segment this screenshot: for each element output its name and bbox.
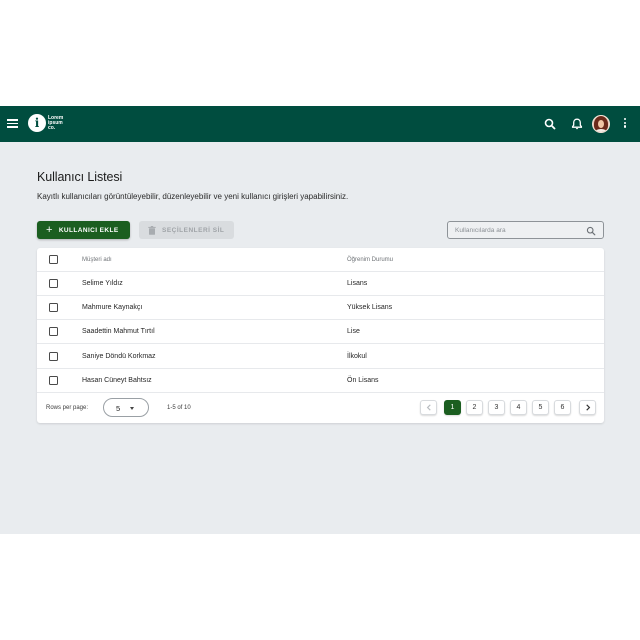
page-title: Kullanıcı Listesi	[37, 170, 123, 184]
page-button-1[interactable]: 1	[444, 400, 461, 415]
table-row[interactable]: Selime Yıldız Lisans	[37, 272, 604, 296]
customer-name-cell: Selime Yıldız	[82, 280, 123, 287]
row-checkbox[interactable]	[49, 352, 58, 361]
add-user-label: KULLANICI EKLE	[58, 226, 119, 234]
table-header-row: Müşteri adı Öğrenim Durumu	[37, 248, 604, 272]
search-field[interactable]	[447, 221, 604, 239]
education-cell: Lise	[347, 328, 360, 335]
education-cell: İlkokul	[347, 353, 367, 360]
app-bar: i Lorem ipsum co.	[0, 106, 640, 142]
education-cell: Ön Lisans	[347, 377, 379, 384]
row-checkbox[interactable]	[49, 327, 58, 336]
row-checkbox[interactable]	[49, 376, 58, 385]
app-viewport: i Lorem ipsum co. Kullanıcı Listesi Kayı…	[0, 106, 640, 534]
column-header-name[interactable]: Müşteri adı	[82, 257, 112, 263]
chevron-right-icon	[585, 404, 590, 411]
more-vert-icon[interactable]	[622, 118, 628, 132]
delete-selected-button[interactable]: SEÇİLENLERİ SİL	[139, 221, 234, 239]
row-checkbox[interactable]	[49, 303, 58, 312]
table-row[interactable]: Hasan Cüneyt Bahtsız Ön Lisans	[37, 369, 604, 393]
user-table: Müşteri adı Öğrenim Durumu Selime Yıldız…	[37, 248, 604, 423]
logo[interactable]: i Lorem ipsum co.	[28, 114, 70, 132]
next-page-button[interactable]	[579, 400, 596, 415]
row-checkbox[interactable]	[49, 279, 58, 288]
customer-name-cell: Saniye Döndü Korkmaz	[82, 353, 156, 360]
trash-icon	[148, 225, 156, 235]
search-input[interactable]	[455, 225, 575, 236]
customer-name-cell: Hasan Cüneyt Bahtsız	[82, 377, 152, 384]
page-button-3[interactable]: 3	[488, 400, 505, 415]
select-all-checkbox[interactable]	[49, 255, 58, 264]
menu-icon[interactable]	[7, 117, 21, 131]
search-icon[interactable]	[586, 226, 596, 236]
logo-text: Lorem ipsum co.	[48, 114, 64, 131]
rows-per-page-value: 5	[116, 404, 121, 413]
page-subtitle: Kayıtlı kullanıcıları görüntüleyebilir, …	[37, 192, 349, 201]
customer-name-cell: Saadettin Mahmut Tırtıl	[82, 328, 155, 335]
page-range-text: 1-5 of 10	[167, 405, 191, 411]
bell-icon[interactable]	[569, 116, 585, 132]
column-header-education[interactable]: Öğrenim Durumu	[347, 257, 393, 263]
page-button-2[interactable]: 2	[466, 400, 483, 415]
rows-per-page-label: Rows per page:	[46, 405, 89, 411]
table-row[interactable]: Saniye Döndü Korkmaz İlkokul	[37, 345, 604, 369]
delete-selected-label: SEÇİLENLERİ SİL	[162, 226, 225, 234]
table-row[interactable]: Saadettin Mahmut Tırtıl Lise	[37, 320, 604, 344]
table-row[interactable]: Mahmure Kaynakçı Yüksek Lisans	[37, 296, 604, 320]
add-user-button[interactable]: + KULLANICI EKLE	[37, 221, 130, 239]
plus-icon: +	[46, 224, 53, 236]
page-button-5[interactable]: 5	[532, 400, 549, 415]
caret-down-icon	[130, 407, 134, 410]
table-pagination: Rows per page: 5 1-5 of 10 1 2 3 4 5 6	[37, 394, 604, 423]
education-cell: Lisans	[347, 280, 368, 287]
education-cell: Yüksek Lisans	[347, 304, 393, 311]
page-button-4[interactable]: 4	[510, 400, 527, 415]
chevron-left-icon	[426, 404, 431, 411]
avatar[interactable]	[592, 115, 610, 133]
customer-name-cell: Mahmure Kaynakçı	[82, 304, 143, 311]
prev-page-button[interactable]	[420, 400, 437, 415]
page-button-6[interactable]: 6	[554, 400, 571, 415]
rows-per-page-select[interactable]: 5	[103, 398, 149, 417]
logo-mark: i	[28, 114, 46, 132]
search-icon[interactable]	[542, 116, 558, 132]
